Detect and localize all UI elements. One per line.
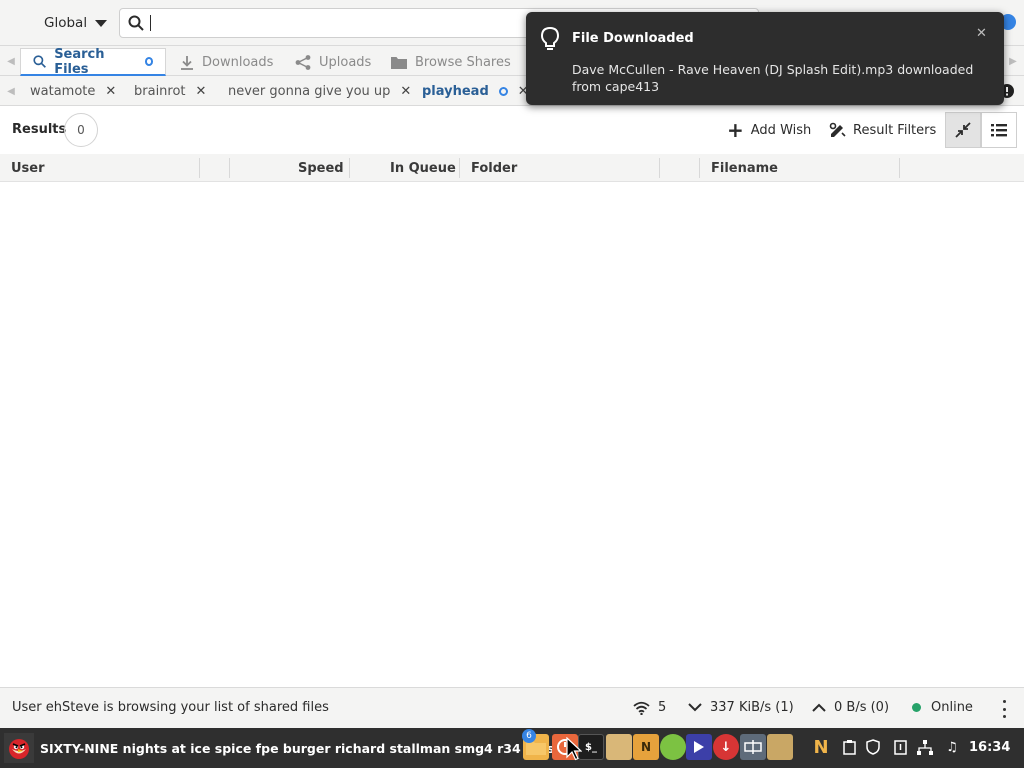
tabs-scroll-left-icon[interactable]: ◀ [6,54,16,68]
search-icon [128,15,144,31]
download-icon [181,55,193,70]
search-term-tab[interactable]: brainrot ✕ [134,80,206,102]
result-filters-button[interactable]: Result Filters [829,120,936,140]
tab-uploads[interactable]: Uploads [283,48,383,76]
close-icon[interactable]: ✕ [105,84,116,99]
filter-edit-icon [829,122,846,137]
search-term-label: watamote [30,83,96,99]
clipboard-tray-icon[interactable] [840,738,858,756]
download-notification[interactable]: File Downloaded Dave McCullen - Rave Hea… [526,12,1004,105]
download-manager-launcher-icon[interactable]: ↓ [713,734,739,760]
search-term-label: never gonna give you up [228,83,391,99]
results-label: Results [12,122,67,137]
clock: 16:34 [969,740,1011,755]
tab-label: Search Files [54,46,105,77]
network-launcher-icon[interactable] [660,734,686,760]
search-term-tab-active[interactable]: playhead ✕ [422,80,529,102]
taskbar: SIXTY-NINE nights at ice spice fpe burge… [0,728,1024,768]
tab-label: Uploads [319,54,372,70]
media-player-launcher-icon[interactable] [686,734,712,760]
collapse-view-button[interactable] [945,112,981,148]
package-launcher-icon[interactable] [767,734,793,760]
column-in-queue[interactable]: In Queue [390,154,456,182]
settings-launcher-icon[interactable] [740,734,766,760]
tab-browse-shares[interactable]: Browse Shares [379,48,523,76]
list-icon [991,124,1007,137]
chevron-up-icon [812,703,826,712]
wifi-icon [633,701,650,715]
dropdown-arrow-icon [95,19,108,27]
term-badge [498,86,508,96]
notification-title: File Downloaded [572,31,694,46]
search-icon [33,55,46,68]
result-filters-label: Result Filters [853,122,937,138]
online-label: Online [931,700,973,715]
updates-tray-icon[interactable] [891,738,909,756]
active-window-button[interactable]: SIXTY-NINE nights at ice spice fpe burge… [4,732,563,764]
app-bird-icon [4,733,34,763]
window-title: SIXTY-NINE nights at ice spice fpe burge… [40,740,564,756]
upload-speed-indicator[interactable]: 0 B/s (0) [812,700,889,715]
search-term-tab[interactable]: watamote ✕ [30,80,116,102]
nicotine-launcher-icon[interactable]: N [633,734,659,760]
music-note-tray-icon[interactable]: ♫ [943,738,961,756]
download-speed-indicator[interactable]: 337 KiB/s (1) [688,700,794,715]
online-dot-icon [912,703,921,712]
results-list[interactable] [0,182,1024,687]
search-term-label: brainrot [134,83,186,99]
nicotine-tray-icon[interactable]: N [808,734,834,760]
tab-badge [144,57,153,66]
plus-icon: + [727,118,744,142]
notification-body: Dave McCullen - Rave Heaven (DJ Splash E… [572,62,974,94]
add-wish-label: Add Wish [750,122,812,138]
add-wish-button[interactable]: + Add Wish [727,120,811,140]
tab-label: Browse Shares [415,54,511,70]
shield-tray-icon[interactable] [864,738,882,756]
collapse-icon [955,122,971,138]
network-tray-icon[interactable] [916,738,934,756]
chevron-down-icon [688,703,702,712]
column-folder[interactable]: Folder [471,154,517,182]
close-icon[interactable]: ✕ [196,84,207,99]
terms-scroll-left-icon[interactable]: ◀ [6,84,16,98]
column-user[interactable]: User [11,154,45,182]
results-header: Results 0 + Add Wish Result Filters [0,106,1024,154]
close-icon[interactable]: ✕ [400,84,411,99]
tab-search-files[interactable]: Search Files [20,46,166,77]
notification-count-badge: 6 [522,729,536,743]
upload-speed: 0 B/s (0) [834,700,890,715]
connections-indicator[interactable]: 5 [633,700,666,715]
lightbulb-icon [540,26,560,50]
folder-icon [391,56,407,69]
status-bar: User ehSteve is browsing your list of sh… [0,687,1024,728]
column-filename[interactable]: Filename [711,154,778,182]
search-term-tab[interactable]: never gonna give you up ✕ [228,80,411,102]
tab-label: Downloads [202,54,274,70]
download-speed: 337 KiB/s (1) [710,700,794,715]
status-message: User ehSteve is browsing your list of sh… [12,700,329,715]
mouse-pointer-icon [566,737,582,761]
share-icon [295,54,311,70]
online-status[interactable]: Online [912,700,973,715]
search-mode-dropdown[interactable]: Global [36,8,115,38]
menu-kebab-icon[interactable] [1000,700,1008,718]
search-mode-label: Global [44,15,88,31]
search-term-label: playhead [422,83,489,99]
tabs-scroll-right-icon[interactable]: ▶ [1008,54,1018,68]
close-icon[interactable]: ✕ [976,26,987,41]
column-speed[interactable]: Speed [298,154,344,182]
list-view-button[interactable] [981,112,1017,148]
archive-launcher-icon[interactable] [606,734,632,760]
results-count-badge: 0 [64,113,98,147]
results-table-header: User Speed In Queue Folder Filename [0,154,1024,182]
tab-downloads[interactable]: Downloads [168,48,285,76]
text-cursor [150,15,151,31]
connections-count: 5 [658,700,667,715]
